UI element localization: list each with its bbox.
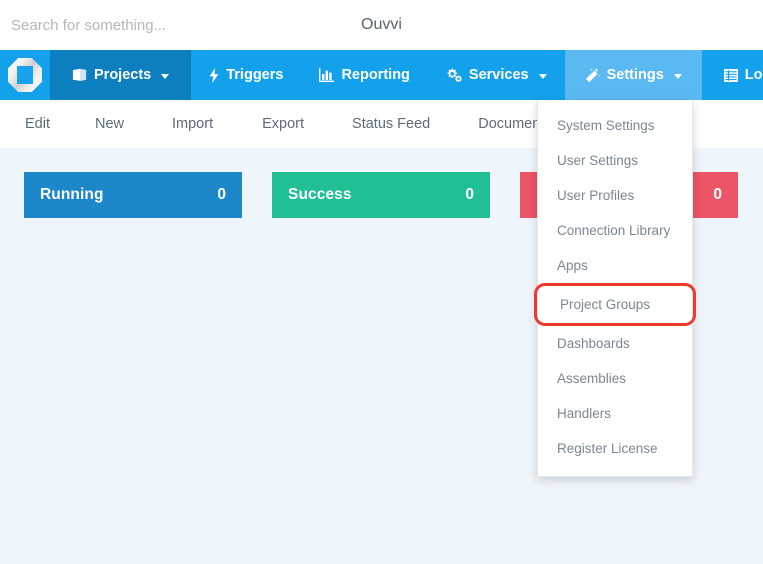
menu-item-handlers[interactable]: Handlers	[538, 396, 692, 431]
nav-label-reporting: Reporting	[341, 67, 410, 83]
gears-icon	[446, 68, 462, 82]
ouvvi-octagon-logo-icon	[8, 58, 42, 92]
status-card-value: 0	[465, 186, 474, 203]
menu-item-register-license[interactable]: Register License	[538, 431, 692, 466]
top-search-bar	[0, 0, 763, 50]
subnav-item-edit[interactable]: Edit	[25, 116, 50, 132]
magic-wand-icon	[585, 67, 600, 83]
book-icon	[72, 68, 87, 82]
nav-label-services: Services	[468, 67, 529, 83]
nav-label-projects: Projects	[94, 67, 152, 83]
menu-item-dashboards[interactable]: Dashboards	[538, 326, 692, 361]
status-card-success[interactable]: Success 0	[272, 172, 490, 218]
app-logo[interactable]	[0, 50, 50, 100]
nav-item-triggers[interactable]: Triggers	[191, 50, 301, 100]
chevron-down-icon	[673, 73, 682, 79]
bar-chart-icon	[319, 68, 335, 82]
status-card-label: Success	[288, 186, 352, 203]
nav-label-triggers: Triggers	[226, 67, 284, 83]
chevron-down-icon	[161, 73, 170, 79]
nav-item-settings[interactable]: Settings	[564, 50, 702, 100]
nav-item-services[interactable]: Services	[428, 50, 565, 100]
bolt-icon	[209, 67, 219, 83]
menu-item-apps[interactable]: Apps	[538, 248, 692, 283]
primary-navigation: Projects Triggers Reporting Services Set…	[0, 50, 763, 100]
nav-label-settings: Settings	[606, 67, 664, 83]
subnav-item-new[interactable]: New	[95, 116, 124, 132]
menu-item-assemblies[interactable]: Assemblies	[538, 361, 692, 396]
status-card-value: 0	[217, 186, 226, 203]
app-window: Ouvvi Projects Triggers	[0, 0, 763, 564]
menu-item-user-profiles[interactable]: User Profiles	[538, 178, 692, 213]
menu-item-project-groups[interactable]: Project Groups	[534, 283, 696, 326]
menu-item-user-settings[interactable]: User Settings	[538, 143, 692, 178]
subnav-item-export[interactable]: Export	[262, 116, 304, 132]
subnav-item-import[interactable]: Import	[172, 116, 213, 132]
subnav-item-status-feed[interactable]: Status Feed	[352, 116, 430, 132]
menu-item-system-settings[interactable]: System Settings	[538, 108, 692, 143]
nav-item-log[interactable]: Log	[702, 50, 763, 100]
status-card-running[interactable]: Running 0	[24, 172, 242, 218]
menu-item-connection-library[interactable]: Connection Library	[538, 213, 692, 248]
list-icon	[723, 68, 738, 82]
nav-item-projects[interactable]: Projects	[50, 50, 192, 100]
status-card-value: 0	[713, 186, 722, 203]
search-input[interactable]	[11, 10, 341, 40]
status-card-label: Running	[40, 186, 104, 203]
settings-dropdown-menu: System Settings User Settings User Profi…	[534, 100, 696, 477]
nav-item-reporting[interactable]: Reporting	[301, 50, 427, 100]
chevron-down-icon	[538, 73, 547, 79]
nav-label-log: Log	[744, 67, 763, 83]
